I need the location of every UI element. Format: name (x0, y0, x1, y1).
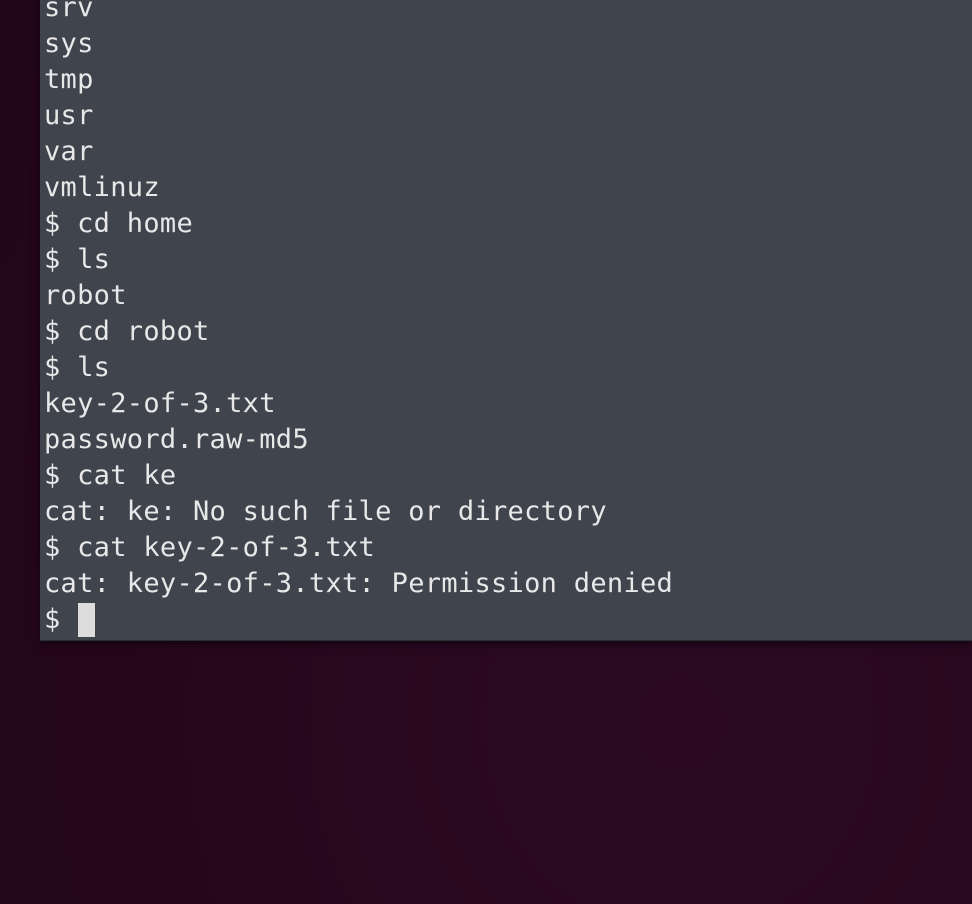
terminal-error-line: cat: key-2-of-3.txt: Permission denied (44, 568, 674, 599)
terminal-command-line: $ ls (44, 244, 111, 275)
terminal-line: usr (44, 100, 94, 131)
terminal-command-line: $ cd home (44, 208, 193, 239)
terminal-output: srv sys tmp usr var vmlinuz $ cd home $ … (44, 0, 972, 638)
terminal-command-line: $ cd robot (44, 316, 210, 347)
terminal-line: password.raw-md5 (44, 424, 309, 455)
terminal-line: key-2-of-3.txt (44, 388, 276, 419)
terminal-error-line: cat: ke: No such file or directory (44, 496, 607, 527)
terminal-line: robot (44, 280, 127, 311)
terminal-command-line: $ cat ke (44, 460, 177, 491)
terminal-line: srv (44, 0, 94, 23)
terminal-window[interactable]: srv sys tmp usr var vmlinuz $ cd home $ … (40, 0, 972, 641)
shell-prompt: $ (44, 604, 78, 635)
terminal-command-line: $ cat key-2-of-3.txt (44, 532, 376, 563)
terminal-line: var (44, 136, 94, 167)
terminal-input-line[interactable]: $ (44, 602, 972, 638)
text-cursor (78, 603, 96, 637)
terminal-line: tmp (44, 64, 94, 95)
terminal-command-line: $ ls (44, 352, 111, 383)
terminal-line: sys (44, 28, 94, 59)
terminal-line: vmlinuz (44, 172, 160, 203)
